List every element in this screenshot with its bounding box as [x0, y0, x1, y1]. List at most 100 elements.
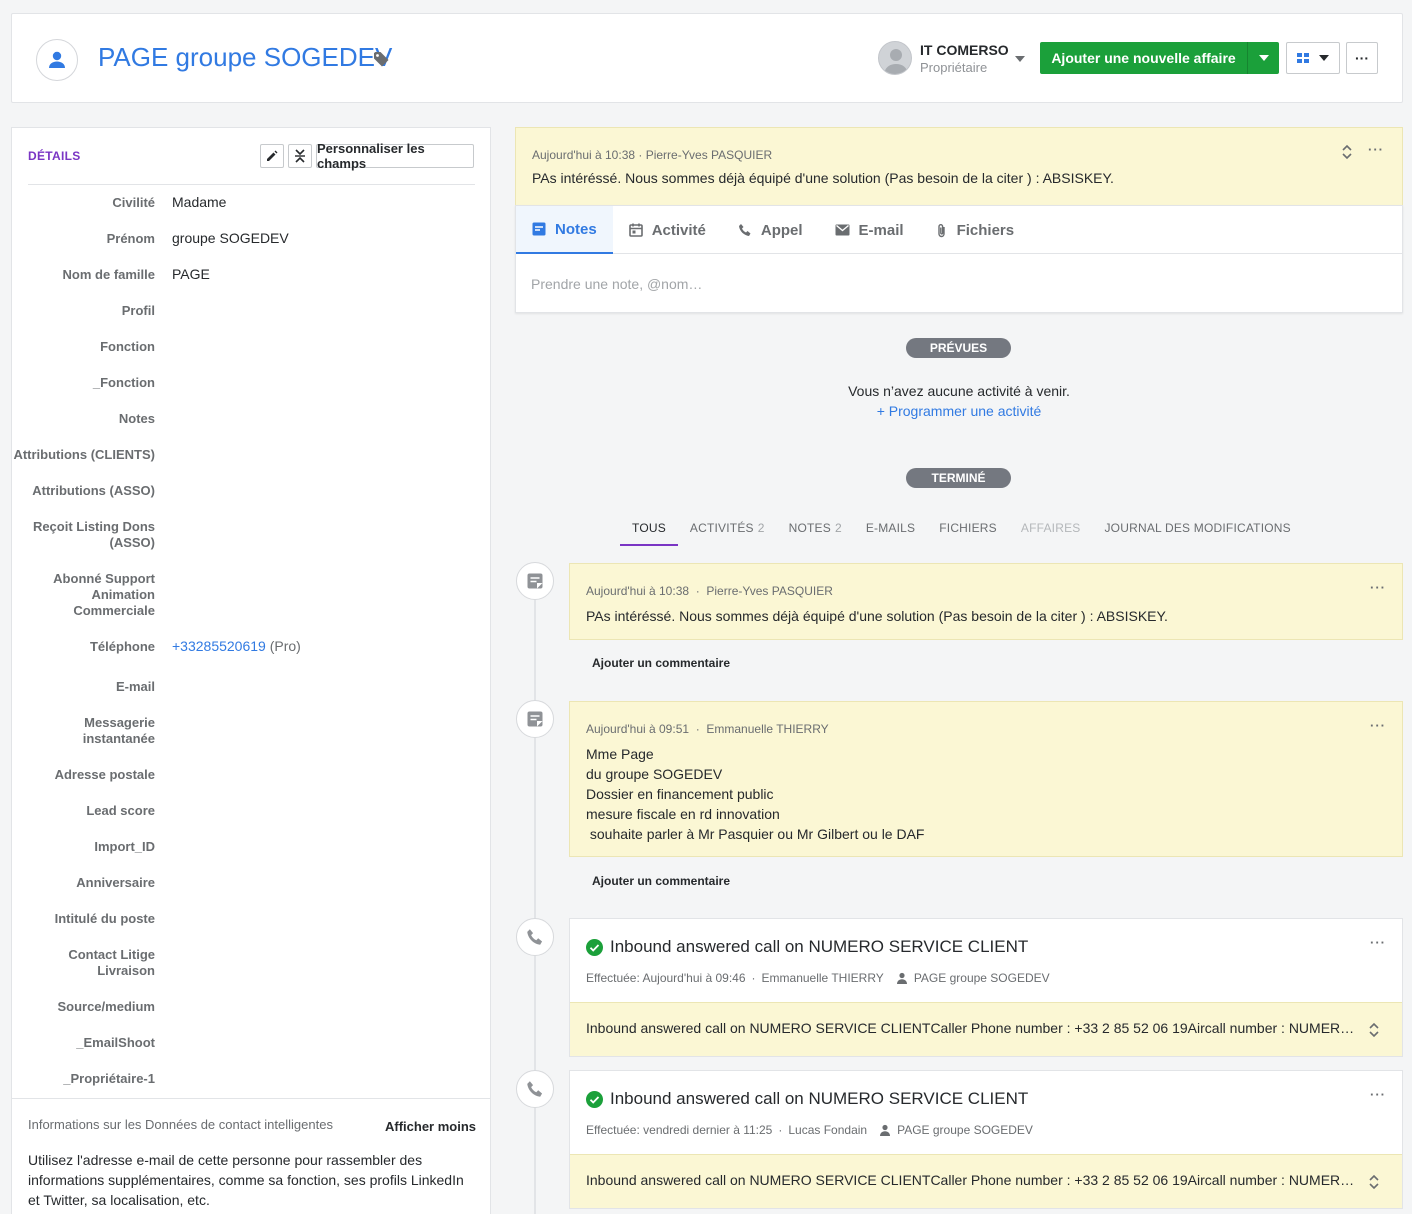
- details-title: DÉTAILS: [28, 149, 81, 163]
- layout-switch-button[interactable]: [1286, 42, 1340, 74]
- field-label: Lead score: [86, 803, 155, 818]
- done-pill: TERMINÉ: [906, 468, 1011, 488]
- grid-icon: [1297, 53, 1309, 63]
- customize-fields-button[interactable]: Personnaliser les champs: [316, 141, 474, 171]
- smart-data-section: Informations sur les Données de contact …: [12, 1098, 490, 1214]
- tab-call[interactable]: Appel: [722, 206, 819, 254]
- tab-email[interactable]: E-mail: [819, 206, 920, 254]
- tab-activity[interactable]: Activité: [613, 206, 722, 254]
- field-label: Nom de famille: [62, 267, 155, 282]
- composer: Notes Activité Appel E-mail Fichiers Pre…: [515, 205, 1403, 313]
- call-meta: Effectuée: Aujourd'hui à 09:46 · Emmanuell…: [586, 971, 1050, 985]
- call-title[interactable]: Inbound answered call on NUMERO SERVICE …: [586, 1089, 1028, 1109]
- field-value[interactable]: +33285520619 (Pro): [172, 638, 301, 654]
- schedule-activity-link[interactable]: + Programmer une activité: [877, 403, 1042, 419]
- more-actions-button[interactable]: ···: [1346, 42, 1378, 74]
- more-icon[interactable]: ···: [1370, 580, 1386, 595]
- field-label: Contact Litige Livraison: [68, 947, 155, 978]
- field-label: Téléphone: [89, 639, 155, 654]
- field-label: Fonction: [100, 339, 155, 354]
- phone-icon: [516, 918, 554, 956]
- field-label: Civilité: [112, 195, 155, 210]
- check-circle-icon: [586, 1090, 603, 1108]
- field-value[interactable]: groupe SOGEDEV: [172, 230, 289, 246]
- tab-notes[interactable]: Notes: [516, 206, 613, 254]
- note-text: Mme Page du groupe SOGEDEV Dossier en fi…: [586, 746, 925, 842]
- field-value[interactable]: PAGE: [172, 266, 210, 282]
- show-less-button[interactable]: Afficher moins: [385, 1119, 476, 1134]
- add-deal-dropdown-button[interactable]: [1247, 42, 1279, 74]
- expand-collapse-icon[interactable]: [1368, 1174, 1380, 1193]
- header-bar: PAGE groupe SOGEDEV IT COMERSO Propriéta…: [11, 13, 1403, 103]
- call-description: Inbound answered call on NUMERO SERVICE …: [570, 1154, 1402, 1208]
- composer-tabs: Notes Activité Appel E-mail Fichiers: [516, 206, 1402, 254]
- expand-collapse-icon[interactable]: [1341, 144, 1353, 163]
- field-value[interactable]: Madame: [172, 194, 226, 210]
- add-comment-link[interactable]: Ajouter un commentaire: [592, 874, 730, 888]
- field-label: Prénom: [106, 231, 155, 246]
- more-icon[interactable]: ···: [1370, 1087, 1386, 1102]
- field-label: Attributions (ASSO): [32, 483, 155, 498]
- schedule-activity-row: + Programmer une activité: [253, 403, 1412, 419]
- mail-icon: [835, 224, 850, 236]
- tab-label: Appel: [760, 221, 803, 239]
- page-title[interactable]: PAGE groupe SOGEDEV: [98, 42, 392, 73]
- field-label: Reçoit Listing Dons (ASSO): [32, 519, 155, 550]
- tab-label: Activité: [651, 221, 706, 239]
- tag-icon[interactable]: [373, 51, 389, 70]
- call-meta: Effectuée: vendredi dernier à 11:25 · Luca…: [586, 1123, 1033, 1137]
- timeline-note: Aujourd'hui à 09:51 · Emmanuelle THIERRY…: [569, 701, 1403, 857]
- expand-collapse-icon[interactable]: [1368, 1022, 1380, 1041]
- timeline-call: Inbound answered call on NUMERO SERVICE …: [569, 918, 1403, 1057]
- field-label: _EmailShoot: [76, 1035, 155, 1050]
- owner-avatar[interactable]: [878, 41, 912, 75]
- tab-files[interactable]: Fichiers: [920, 206, 1031, 254]
- details-panel: DÉTAILS Personnaliser les champs Civilit…: [11, 127, 491, 1214]
- filter-all[interactable]: TOUS: [620, 518, 678, 546]
- call-title[interactable]: Inbound answered call on NUMERO SERVICE …: [586, 937, 1028, 957]
- call-description: Inbound answered call on NUMERO SERVICE …: [570, 1002, 1402, 1056]
- owner-name[interactable]: IT COMERSO: [920, 42, 1009, 58]
- person-icon: [36, 39, 78, 81]
- field-label: Adresse postale: [54, 767, 155, 782]
- more-icon[interactable]: ···: [1370, 935, 1386, 950]
- collapse-button[interactable]: [288, 144, 312, 168]
- divider: [28, 184, 475, 185]
- field-label: Messagerie instantanée: [82, 715, 155, 746]
- more-icon[interactable]: ···: [1368, 142, 1384, 157]
- more-icon[interactable]: ···: [1370, 718, 1386, 733]
- history-filter-tabs: TOUS ACTIVITÉS 2 NOTES 2 E-MAILS FICHIERS …: [620, 518, 1303, 546]
- pinned-note: Aujourd'hui à 10:38 · Pierre-Yves PASQUI…: [515, 127, 1403, 205]
- timeline-note: Aujourd'hui à 10:38 · Pierre-Yves PASQUI…: [569, 563, 1403, 640]
- edit-button[interactable]: [260, 144, 284, 168]
- field-label: Attributions (CLIENTS): [13, 447, 155, 462]
- filter-notes[interactable]: NOTES 2: [777, 518, 854, 546]
- pinned-note-text: PAs intéréssé. Nous sommes déjà équipé d…: [532, 170, 1114, 186]
- person-icon: [896, 972, 907, 984]
- tab-label: E-mail: [858, 221, 904, 239]
- field-label: _Fonction: [92, 375, 155, 390]
- chevron-down-icon[interactable]: [1015, 56, 1025, 62]
- smart-data-description: Utilisez l'adresse e-mail de cette perso…: [28, 1152, 464, 1208]
- timeline-call: Inbound answered call on NUMERO SERVICE …: [569, 1070, 1403, 1209]
- filter-changelog[interactable]: JOURNAL DES MODIFICATIONS: [1092, 518, 1302, 546]
- field-label: Intitulé du poste: [54, 911, 155, 926]
- field-label: Abonné Support Animation Commerciale: [53, 571, 155, 618]
- filter-activities[interactable]: ACTIVITÉS 2: [678, 518, 777, 546]
- phone-link[interactable]: +33285520619: [172, 638, 266, 654]
- note-input[interactable]: Prendre une note, @nom…: [531, 276, 702, 292]
- field-label: E-mail: [115, 679, 155, 694]
- calendar-icon: [628, 223, 643, 237]
- phone-icon: [738, 224, 751, 236]
- add-comment-link[interactable]: Ajouter un commentaire: [592, 656, 730, 670]
- pencil-icon: [267, 150, 278, 161]
- field-label: Profil: [121, 303, 155, 318]
- field-label: Import_ID: [94, 839, 155, 854]
- tab-label: Notes: [555, 220, 597, 238]
- filter-files[interactable]: FICHIERS: [927, 518, 1009, 546]
- owner-role: Propriétaire: [920, 60, 988, 75]
- add-deal-button[interactable]: Ajouter une nouvelle affaire: [1040, 42, 1247, 74]
- note-icon: [532, 222, 546, 236]
- filter-emails[interactable]: E-MAILS: [854, 518, 927, 546]
- no-activity-text: Vous n’avez aucune activité à venir.: [848, 383, 1070, 399]
